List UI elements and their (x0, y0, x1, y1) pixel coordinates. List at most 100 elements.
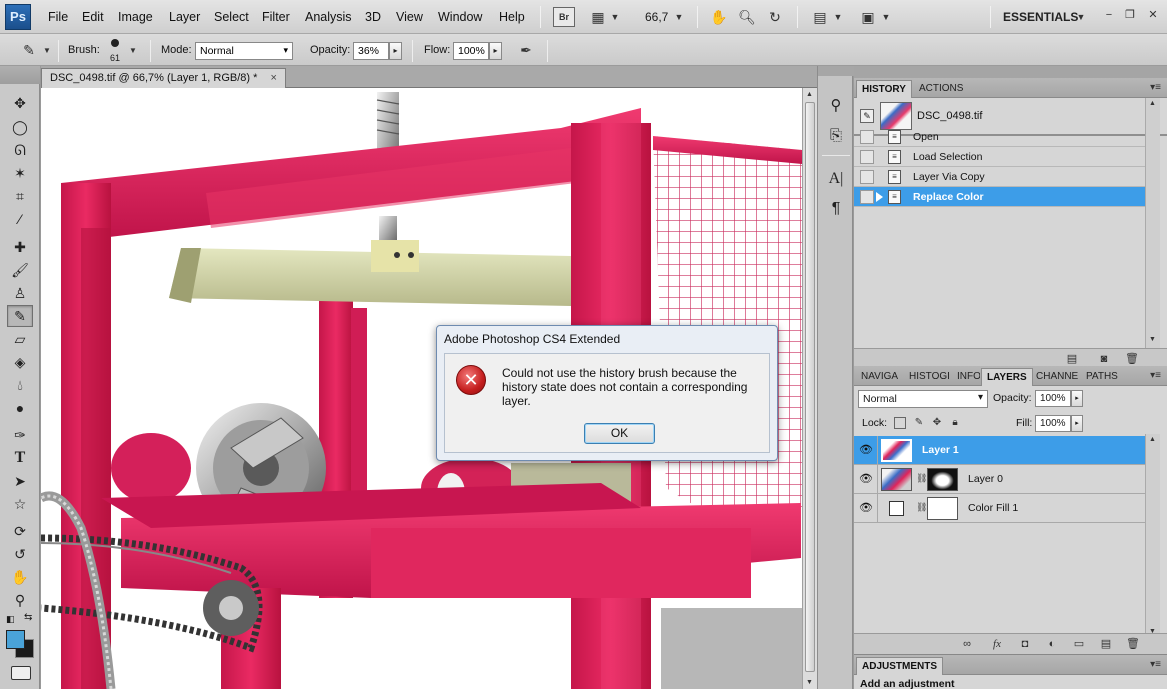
fill-slider-toggle[interactable]: ▸ (1071, 415, 1083, 432)
healing-brush-tool-icon[interactable]: ✚ (7, 236, 33, 258)
history-brush-tool-icon[interactable]: ✎ (7, 305, 33, 327)
mode-select[interactable]: Normal ▾ (195, 42, 293, 60)
panel-menu-icon[interactable]: ▾≡ (1150, 82, 1161, 93)
brush-tip-preview[interactable] (111, 39, 119, 47)
flow-slider-toggle[interactable]: ▸ (489, 42, 502, 60)
history-scrollbar[interactable]: ▲ ▼ (1145, 98, 1160, 348)
new-group-icon[interactable]: ▭ (1072, 638, 1086, 651)
layer-row[interactable]: 👁︎ ⛓ Color Fill 1 (854, 494, 1145, 523)
custom-shape-tool-icon[interactable]: ☆ (7, 493, 33, 515)
3d-rotate-tool-icon[interactable]: ⟳ (7, 520, 33, 542)
film-strip-icon[interactable]: ▦ (588, 6, 608, 28)
zoom-tool-icon[interactable]: ⚲ (7, 589, 33, 611)
brush-tool-icon[interactable]: 🖌︎ (7, 259, 33, 281)
eyedropper-tool-icon[interactable]: ⁄ (7, 208, 33, 230)
lock-position-icon[interactable]: ✥ (931, 417, 943, 429)
document-tab[interactable]: DSC_0498.tif @ 66,7% (Layer 1, RGB/8) * … (41, 68, 286, 88)
brush-presets-icon[interactable]: ⚲ (824, 94, 848, 116)
panel-menu-icon[interactable]: ▾≡ (1150, 659, 1161, 670)
quick-mask-button[interactable] (11, 666, 31, 680)
menu-help[interactable]: Help (499, 10, 525, 24)
arrange-documents-icon[interactable]: ▤ (809, 6, 831, 28)
layer-opacity-slider-toggle[interactable]: ▸ (1071, 390, 1083, 407)
canvas-vertical-scrollbar[interactable]: ▲ ▼ (802, 88, 817, 689)
3d-orbit-tool-icon[interactable]: ↺ (7, 543, 33, 565)
close-icon[interactable]: ✕ (1145, 8, 1161, 22)
layer-name[interactable]: Color Fill 1 (968, 502, 1018, 514)
opacity-slider-toggle[interactable]: ▸ (389, 42, 402, 60)
paragraph-panel-icon[interactable]: ¶ (824, 198, 848, 220)
menu-edit[interactable]: Edit (82, 10, 104, 24)
flow-input[interactable]: 100% (453, 42, 489, 60)
scroll-down-icon[interactable]: ▼ (806, 679, 813, 686)
new-layer-icon[interactable]: ▤ (1099, 638, 1113, 651)
new-document-from-state-icon[interactable]: ▤ (1065, 353, 1079, 366)
close-icon[interactable]: × (271, 72, 277, 84)
history-brush-source-checkbox[interactable] (860, 170, 874, 184)
hand-tool-icon[interactable]: ✋ (7, 566, 33, 588)
swap-colors-icon[interactable]: ⇆ (24, 612, 32, 623)
history-brush-preset-icon[interactable]: ✎ (18, 39, 40, 61)
workspace-switcher[interactable]: ESSENTIALS (1003, 10, 1078, 24)
minimize-icon[interactable]: − (1101, 8, 1117, 22)
scroll-up-icon[interactable]: ▲ (806, 91, 813, 98)
scroll-up-icon[interactable]: ▲ (1149, 100, 1156, 107)
tab-adjustments[interactable]: ADJUSTMENTS (856, 657, 944, 675)
menu-analysis[interactable]: Analysis (305, 10, 352, 24)
mask-link-icon[interactable]: ⛓ (916, 502, 927, 515)
delete-layer-icon[interactable]: 🗑︎ (1126, 638, 1140, 651)
history-brush-source-icon[interactable]: ✎ (860, 109, 874, 123)
history-state[interactable]: ≡ Load Selection (854, 147, 1145, 167)
layer-style-icon[interactable]: fx (990, 638, 1004, 651)
rotate-view-icon[interactable]: ↻ (764, 6, 786, 28)
layer-name[interactable]: Layer 0 (968, 473, 1003, 485)
visibility-eye-icon[interactable]: 👁︎ (858, 501, 874, 515)
visibility-eye-icon[interactable]: 👁︎ (858, 472, 874, 486)
menu-view[interactable]: View (396, 10, 423, 24)
tab-history[interactable]: HISTORY (856, 80, 912, 98)
eraser-tool-icon[interactable]: ▱ (7, 328, 33, 350)
tab-channels[interactable]: CHANNE (1031, 368, 1079, 386)
airbrush-icon[interactable]: ✒ (514, 39, 538, 61)
chevron-down-icon[interactable]: ▼ (674, 6, 684, 28)
lock-all-icon[interactable]: 🔒︎ (949, 417, 961, 429)
panel-menu-icon[interactable]: ▾≡ (1150, 370, 1161, 381)
clone-stamp-tool-icon[interactable]: ♙ (7, 282, 33, 304)
mask-link-icon[interactable]: ⛓ (916, 473, 927, 486)
dodge-tool-icon[interactable]: ● (7, 397, 33, 419)
layer-name[interactable]: Layer 1 (922, 444, 959, 456)
menu-layer[interactable]: Layer (169, 10, 200, 24)
ok-button[interactable]: OK (584, 423, 655, 444)
chevron-down-icon[interactable]: ▼ (42, 39, 52, 61)
menu-filter[interactable]: Filter (262, 10, 290, 24)
visibility-eye-icon[interactable]: 👁︎ (858, 443, 874, 457)
chevron-down-icon[interactable]: ▼ (881, 6, 891, 28)
default-colors-icon[interactable]: ◧ (6, 614, 15, 625)
chevron-down-icon[interactable]: ▼ (1076, 6, 1086, 28)
tools-panel-grip[interactable] (0, 66, 40, 84)
add-mask-icon[interactable]: ◘ (1018, 638, 1032, 651)
menu-window[interactable]: Window (438, 10, 482, 24)
zoom-level[interactable]: 66,7 (645, 10, 668, 24)
lasso-tool-icon[interactable]: ᘏ (7, 139, 33, 161)
clone-source-icon[interactable]: ⎘ (824, 124, 848, 146)
layers-scrollbar[interactable]: ▲ ▼ (1145, 434, 1160, 640)
type-tool-icon[interactable]: T (7, 447, 33, 469)
tab-actions[interactable]: ACTIONS (914, 80, 968, 98)
lock-image-pixels-icon[interactable]: ✎ (913, 417, 925, 429)
tab-info[interactable]: INFO (952, 368, 980, 386)
hand-tool-icon[interactable]: ✋ (708, 6, 730, 28)
history-brush-source-checkbox[interactable] (860, 190, 874, 204)
menu-file[interactable]: File (48, 10, 68, 24)
opacity-input[interactable]: 36% (353, 42, 389, 60)
chevron-down-icon[interactable]: ▼ (833, 6, 843, 28)
foreground-color-swatch[interactable] (6, 630, 25, 649)
create-snapshot-icon[interactable]: ◙ (1097, 353, 1111, 366)
menu-select[interactable]: Select (214, 10, 249, 24)
path-selection-tool-icon[interactable]: ➤ (7, 470, 33, 492)
move-tool-icon[interactable]: ✥ (7, 92, 33, 114)
link-layers-icon[interactable]: ∞ (960, 638, 974, 651)
menu-3d[interactable]: 3D (365, 10, 381, 24)
dock-grip[interactable] (818, 66, 854, 76)
blend-mode-select[interactable]: Normal (858, 390, 988, 408)
